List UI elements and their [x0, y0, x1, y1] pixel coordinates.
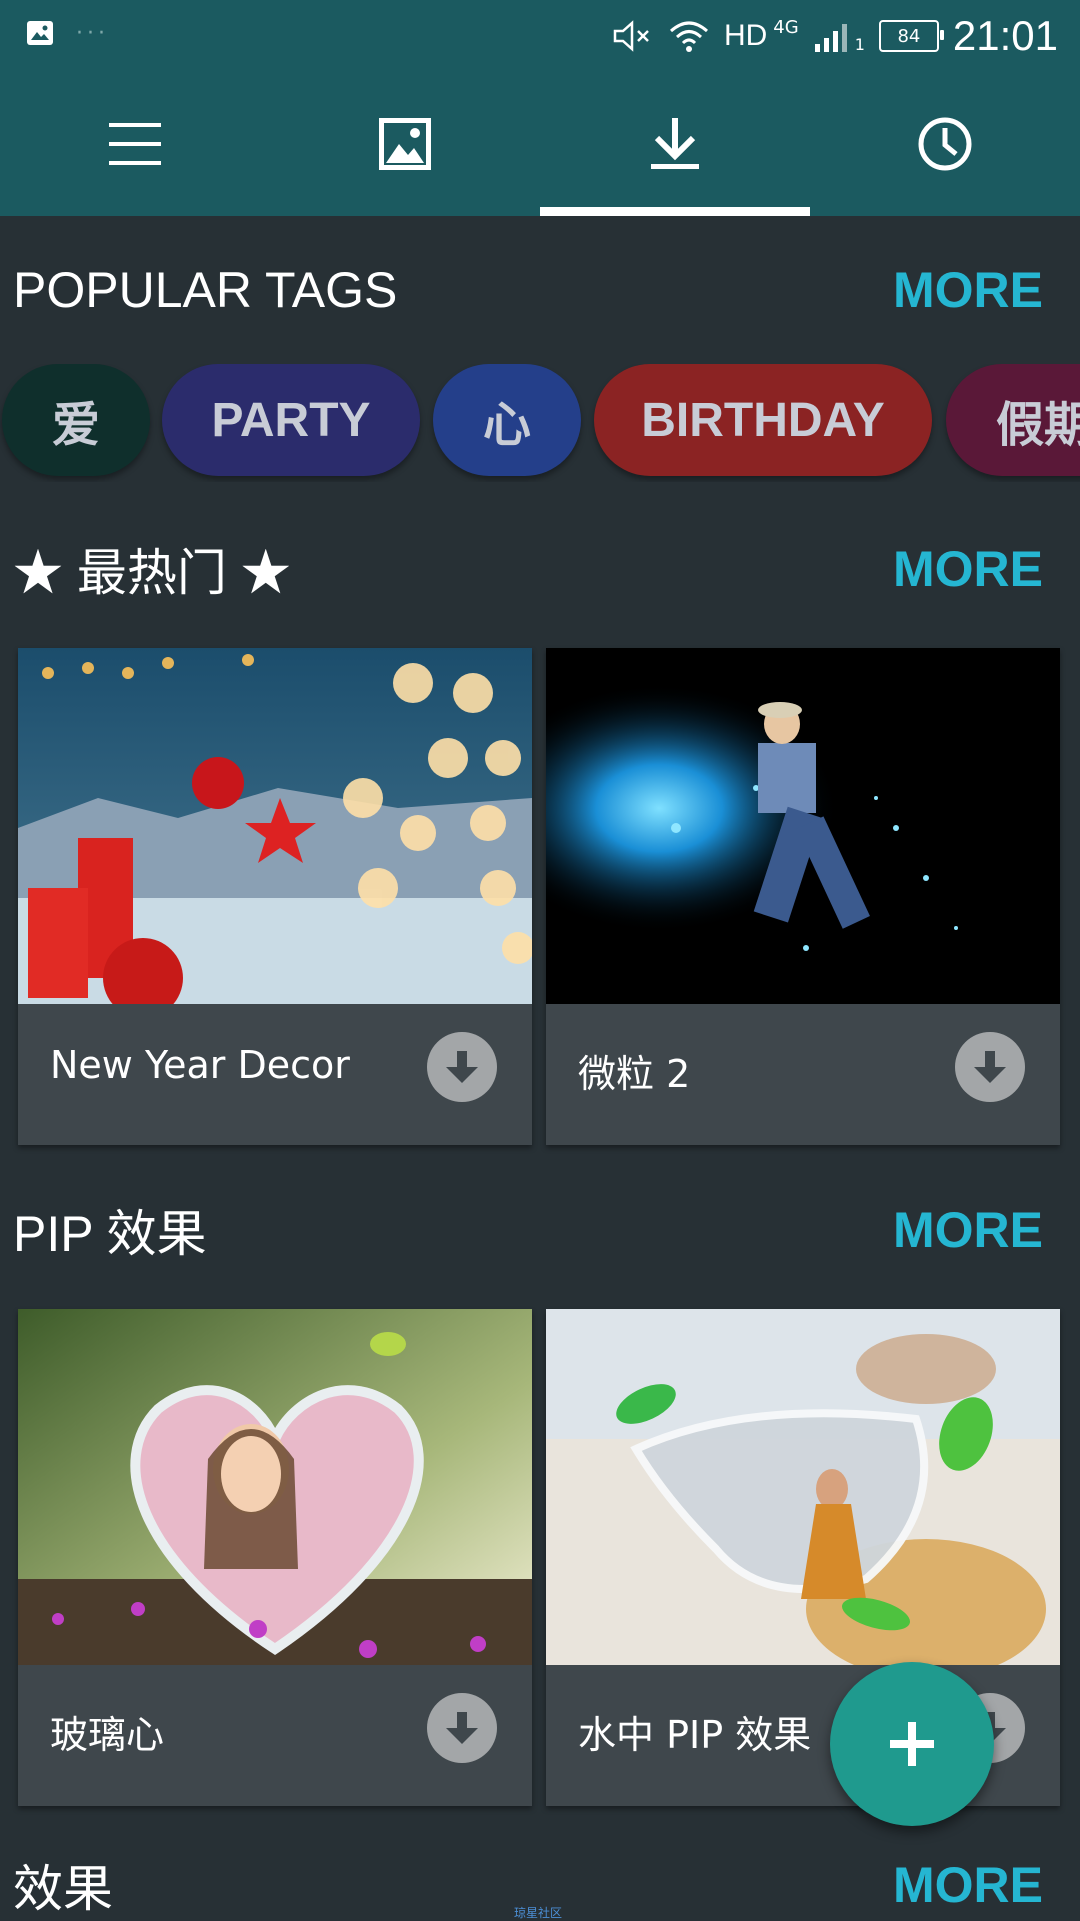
- hottest-header: ★ 最热门 ★ MORE: [13, 534, 1043, 604]
- section-title: ★ 最热门 ★: [13, 545, 291, 601]
- gallery-icon: [379, 118, 431, 170]
- more-notifications-icon: ···: [76, 20, 109, 46]
- section-title: 效果: [13, 1861, 113, 1917]
- arrow-down-icon: [974, 1051, 1006, 1083]
- wifi-icon: [669, 21, 708, 52]
- thumbnail-water-pip: [546, 1309, 1060, 1665]
- thumbnail-glass-heart: [18, 1309, 532, 1665]
- tag-label: BIRTHDAY: [641, 393, 885, 447]
- clock: 21:01: [952, 12, 1058, 59]
- tag-chip[interactable]: PARTY: [162, 364, 420, 476]
- plus-icon: [890, 1722, 934, 1766]
- tab-history[interactable]: [810, 72, 1080, 216]
- tab-menu[interactable]: [0, 72, 270, 216]
- section-title: PIP 效果: [13, 1206, 207, 1262]
- watermark: 琼星社区: [514, 1906, 563, 1920]
- popular-tags-header: POPULAR TAGS MORE: [13, 255, 1043, 325]
- status-bar: ··· HD 4G 1 84 21:01: [0, 0, 1080, 72]
- signal-icon: [814, 24, 847, 52]
- tab-download[interactable]: [540, 72, 810, 216]
- effect-card[interactable]: New Year Decor: [18, 648, 532, 1145]
- history-clock-icon: [918, 117, 972, 171]
- download-button[interactable]: [427, 1693, 497, 1763]
- effect-card[interactable]: 玻璃心: [18, 1309, 532, 1806]
- menu-icon: [109, 123, 161, 165]
- download-button[interactable]: [427, 1032, 497, 1102]
- more-button[interactable]: MORE: [893, 261, 1043, 319]
- tag-label: 爱: [51, 399, 100, 452]
- image-notification-icon: [27, 21, 53, 45]
- more-button[interactable]: MORE: [893, 540, 1043, 598]
- tab-gallery[interactable]: [270, 72, 540, 216]
- arrow-down-icon: [446, 1712, 478, 1744]
- card-label: 微粒 2: [578, 1052, 691, 1096]
- more-button[interactable]: MORE: [893, 1856, 1043, 1914]
- arrow-down-icon: [446, 1051, 478, 1083]
- card-label: New Year Decor: [50, 1043, 350, 1087]
- tag-label: 假期: [996, 399, 1080, 452]
- network-type: HD: [723, 19, 768, 52]
- battery-level: 84: [897, 25, 921, 47]
- more-button[interactable]: MORE: [893, 1201, 1043, 1259]
- network-generation: 4G: [773, 16, 799, 38]
- pip-header: PIP 效果 MORE: [13, 1195, 1043, 1265]
- tag-chip[interactable]: 爱: [2, 364, 150, 476]
- thumbnail-particles: [546, 648, 1060, 1004]
- tag-chip[interactable]: BIRTHDAY: [594, 364, 932, 476]
- tag-chip[interactable]: 心: [433, 364, 581, 476]
- effect-card[interactable]: 微粒 2: [546, 648, 1060, 1145]
- thumbnail-new-year: [18, 648, 532, 1004]
- battery-icon: 84: [878, 20, 944, 52]
- top-tab-bar: [0, 72, 1080, 216]
- mute-icon: [613, 20, 649, 52]
- card-label: 水中 PIP 效果: [578, 1713, 812, 1757]
- download-button[interactable]: [955, 1032, 1025, 1102]
- card-label: 玻璃心: [50, 1713, 165, 1757]
- tag-label: 心: [482, 399, 531, 452]
- tag-chip[interactable]: 假期: [946, 364, 1080, 476]
- download-icon: [651, 118, 699, 169]
- sim-slot: 1: [854, 34, 865, 54]
- tag-list[interactable]: 爱 PARTY 心 BIRTHDAY 假期: [0, 364, 1080, 482]
- tag-label: PARTY: [211, 393, 371, 447]
- section-title: POPULAR TAGS: [13, 262, 398, 318]
- add-button[interactable]: [830, 1662, 994, 1826]
